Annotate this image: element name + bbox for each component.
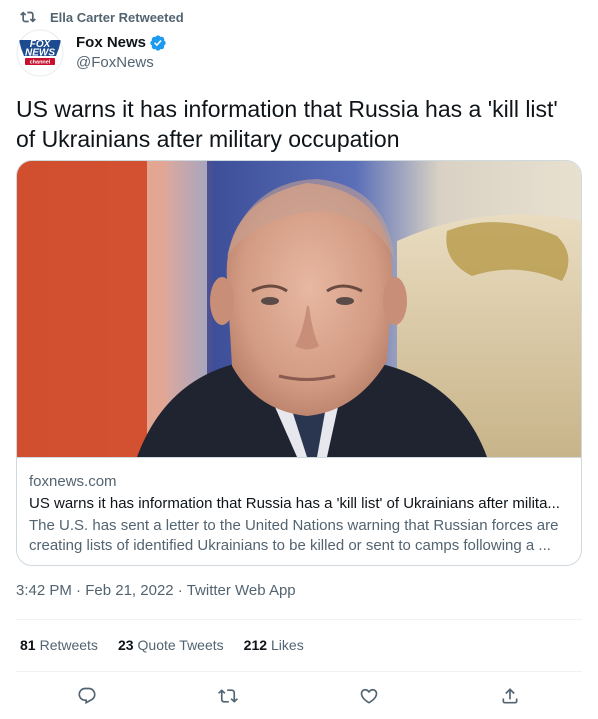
verified-badge-icon	[150, 34, 166, 51]
avatar[interactable]: FOX NEWS channel	[16, 29, 64, 77]
divider	[16, 619, 582, 620]
card-body[interactable]: foxnews.com US warns it has information …	[17, 457, 581, 565]
tweet-time[interactable]: 3:42 PM	[16, 582, 72, 599]
card-image[interactable]	[17, 161, 581, 457]
quote-tweets-stat[interactable]: 23 Quote Tweets	[118, 637, 224, 653]
meta-separator: ·	[76, 582, 82, 599]
reply-icon	[78, 687, 96, 705]
tweet-meta: 3:42 PM · Feb 21, 2022 · Twitter Web App	[16, 582, 296, 599]
tweet-date[interactable]: Feb 21, 2022	[85, 582, 173, 599]
author-name[interactable]: Fox News	[76, 34, 146, 51]
likes-count: 212	[243, 637, 268, 653]
fox-news-logo: FOX NEWS channel	[16, 29, 64, 77]
likes-label: Likes	[271, 637, 304, 653]
share-icon	[502, 688, 518, 704]
retweet-icon	[20, 11, 36, 23]
card-title: US warns it has information that Russia …	[29, 495, 560, 512]
tweet-source[interactable]: Twitter Web App	[187, 582, 296, 599]
retweet-context[interactable]: Ella Carter Retweeted	[20, 8, 184, 26]
tweet-stats: 81 Retweets 23 Quote Tweets 212 Likes	[20, 637, 324, 653]
tweet-text: US warns it has information that Russia …	[16, 96, 558, 152]
author-handle[interactable]: @FoxNews	[76, 54, 167, 71]
quote-tweets-label: Quote Tweets	[137, 637, 224, 653]
like-icon	[360, 688, 378, 704]
divider	[16, 671, 582, 672]
likes-stat[interactable]: 212 Likes	[244, 637, 304, 653]
retweets-count: 81	[20, 637, 36, 653]
card-photo	[17, 161, 581, 457]
share-button[interactable]	[497, 683, 523, 709]
author-block[interactable]: Fox News @FoxNews	[76, 33, 167, 71]
card-description: The U.S. has sent a letter to the United…	[29, 517, 559, 554]
svg-text:NEWS: NEWS	[25, 48, 55, 59]
reply-button[interactable]	[74, 683, 100, 709]
tweet-actions	[0, 683, 598, 709]
quote-tweets-count: 23	[117, 637, 134, 653]
card-domain: foxnews.com	[29, 473, 117, 490]
meta-separator: ·	[177, 582, 183, 599]
retweet-icon	[218, 689, 238, 703]
svg-text:channel: channel	[30, 60, 51, 66]
like-button[interactable]	[356, 683, 382, 709]
retweet-button[interactable]	[215, 683, 241, 709]
link-card[interactable]: foxnews.com US warns it has information …	[16, 160, 582, 566]
retweets-label: Retweets	[39, 637, 98, 653]
retweet-context-label: Ella Carter Retweeted	[50, 9, 184, 25]
retweets-stat[interactable]: 81 Retweets	[20, 637, 98, 653]
